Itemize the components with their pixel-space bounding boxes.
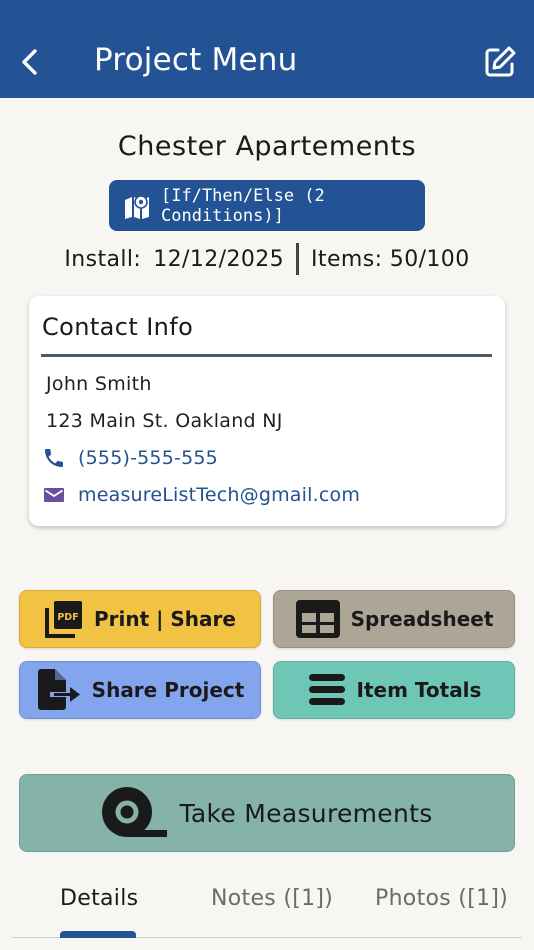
install-items-line: Install: 12/12/2025 Items: 50/100 [0,243,534,275]
edit-button[interactable] [480,40,520,84]
spreadsheet-button[interactable]: Spreadsheet [273,590,515,648]
file-export-icon [36,669,82,711]
project-name: Chester Apartements [117,131,417,162]
items-count: Items: 50/100 [311,246,470,272]
card-divider [41,354,492,357]
install-date: 12/12/2025 [153,246,285,272]
chevron-left-icon [22,49,37,75]
item-totals-label: Item Totals [356,678,482,702]
tab-photos[interactable]: Photos ([1]) [375,886,508,911]
take-measurements-button[interactable]: Take Measurements [19,774,515,852]
share-project-button[interactable]: Share Project [19,661,261,719]
active-tab-indicator [60,931,136,938]
install-label: Install: [64,246,142,272]
contact-address: 123 Main St. Oakland NJ [46,410,283,432]
detail-tabs: Details Notes ([1]) Photos ([1]) [12,868,522,938]
contact-name: John Smith [46,373,152,395]
phone-icon [42,446,66,470]
mail-icon [42,483,66,507]
app-bar: Project Menu [0,0,534,98]
item-totals-button[interactable]: Item Totals [273,661,515,719]
svg-text:PDF: PDF [57,612,78,623]
contact-phone-link[interactable]: (555)-555-555 [42,446,218,470]
rule-condition-button[interactable]: [If/Then/Else (2 Conditions)] [109,180,425,231]
print-share-label: Print | Share [94,607,236,631]
tab-notes[interactable]: Notes ([1]) [211,886,333,911]
map-marker-icon [123,192,151,220]
table-icon [295,599,341,639]
edit-square-icon [485,46,516,77]
rule-condition-label: [If/Then/Else (2 Conditions)] [161,185,325,226]
print-share-button[interactable]: PDF Print | Share [19,590,261,648]
back-button[interactable] [12,40,48,84]
contact-info-card: Contact Info John Smith 123 Main St. Oak… [29,296,505,526]
contact-email: measureListTech@gmail.com [78,484,361,506]
take-measurements-label: Take Measurements [179,798,433,828]
contact-phone: (555)-555-555 [78,447,218,469]
pdf-icon: PDF [44,599,84,639]
meta-divider [296,243,300,275]
tab-details[interactable]: Details [60,886,138,911]
list-icon [307,672,347,708]
spreadsheet-label: Spreadsheet [350,607,494,631]
contact-email-link[interactable]: measureListTech@gmail.com [42,483,360,507]
tape-measure-icon [101,786,168,840]
contact-info-title: Contact Info [42,313,194,341]
share-project-label: Share Project [91,678,245,702]
page-title: Project Menu [94,42,298,78]
